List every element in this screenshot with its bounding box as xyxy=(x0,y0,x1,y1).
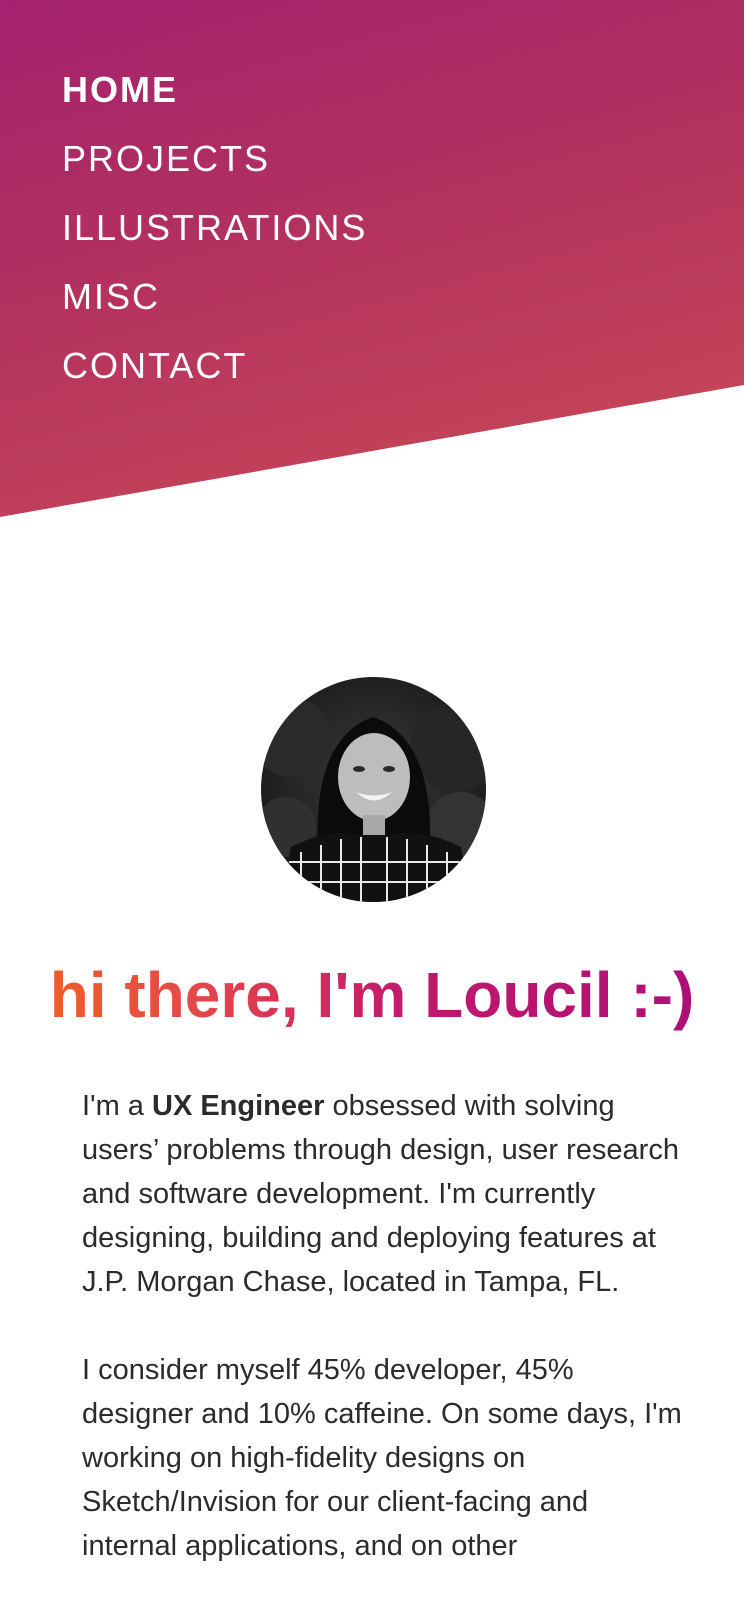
page: HOME PROJECTS ILLUSTRATIONS MISC CONTACT xyxy=(0,0,744,1603)
nav-link-projects[interactable]: PROJECTS xyxy=(62,139,270,179)
nav-link-home[interactable]: HOME xyxy=(62,70,178,110)
bio-role-emphasis: UX Engineer xyxy=(152,1090,325,1122)
bio-paragraph-1: I'm a UX Engineer obsessed with solving … xyxy=(82,1084,682,1304)
profile-photo xyxy=(261,677,486,902)
nav-item-misc: MISC xyxy=(62,277,367,346)
main-nav: HOME PROJECTS ILLUSTRATIONS MISC CONTACT xyxy=(62,70,367,415)
profile-photo-illustration xyxy=(261,697,486,902)
nav-item-contact: CONTACT xyxy=(62,346,367,415)
bio-section: I'm a UX Engineer obsessed with solving … xyxy=(82,1084,682,1603)
nav-item-illustrations: ILLUSTRATIONS xyxy=(62,208,367,277)
bio-paragraph-2: I consider myself 45% developer, 45% des… xyxy=(82,1354,682,1562)
bio-p1-prefix: I'm a xyxy=(82,1090,152,1122)
nav-item-home: HOME xyxy=(62,70,367,139)
nav-link-illustrations[interactable]: ILLUSTRATIONS xyxy=(62,208,367,248)
greeting-heading: hi there, I'm Loucil :-) xyxy=(0,955,744,1035)
nav-item-projects: PROJECTS xyxy=(62,139,367,208)
nav-link-contact[interactable]: CONTACT xyxy=(62,346,247,386)
nav-link-misc[interactable]: MISC xyxy=(62,277,160,317)
